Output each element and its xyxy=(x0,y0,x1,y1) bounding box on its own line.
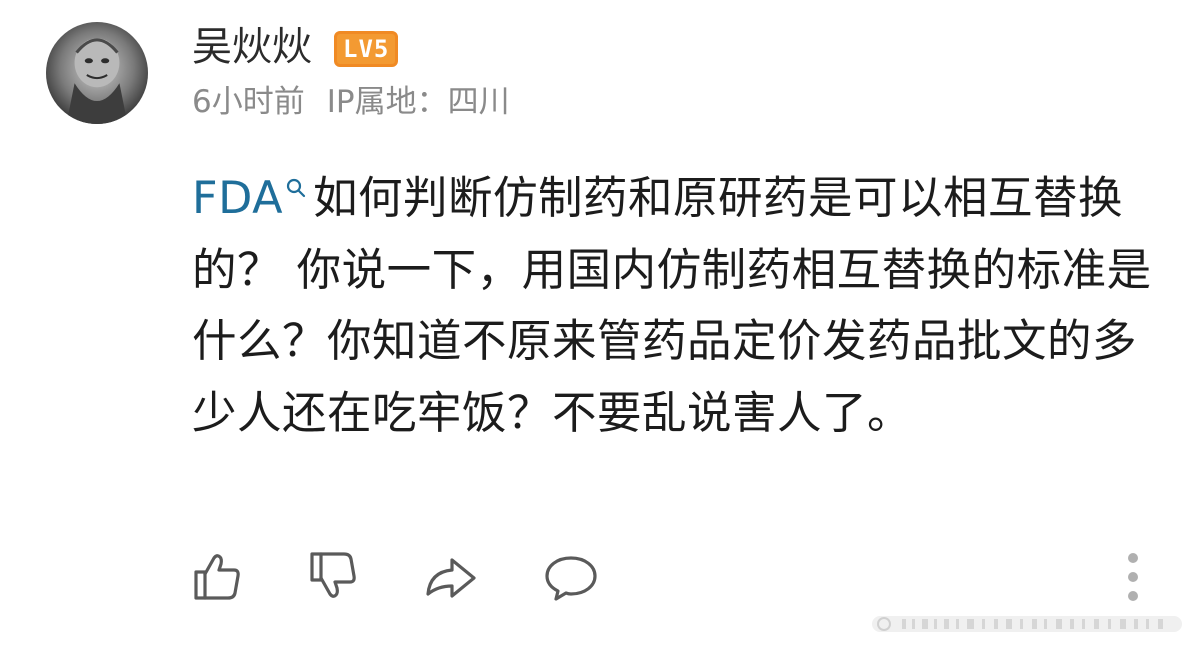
ip-location: IP属地：四川 xyxy=(326,84,510,120)
topic-link[interactable]: FDA xyxy=(192,173,313,224)
search-icon xyxy=(286,178,306,198)
ellipsis-dot xyxy=(1128,572,1138,582)
post-text: 如何判断仿制药和原研药是可以相互替换的？ 你说一下，用国内仿制药相互替换的标准是… xyxy=(192,173,1152,439)
thumbs-up-icon xyxy=(194,554,240,600)
vertical-ellipsis-icon xyxy=(1128,553,1138,563)
thumbs-down-icon xyxy=(310,552,356,598)
watermark xyxy=(872,608,1182,638)
post-time: 6小时前 xyxy=(192,84,305,120)
share-arrow-icon xyxy=(426,558,476,598)
post-meta: 6小时前 IP属地：四川 xyxy=(192,80,510,124)
post-body: FDA 如何判断仿制药和原研药是可以相互替换的？ 你说一下，用国内仿制药相互替换的… xyxy=(192,163,1167,449)
avatar-image xyxy=(46,22,148,124)
level-badge: LV5 xyxy=(334,31,399,67)
ellipsis-dot xyxy=(1128,591,1138,601)
more-options-button[interactable] xyxy=(1118,548,1148,604)
watermark-graphic xyxy=(872,616,1182,632)
action-bar xyxy=(0,540,1200,610)
share-button[interactable] xyxy=(420,546,480,606)
avatar[interactable] xyxy=(46,22,148,124)
comment-button[interactable] xyxy=(541,546,601,606)
dislike-button[interactable] xyxy=(302,546,362,606)
topic-text: FDA xyxy=(192,173,284,224)
like-button[interactable] xyxy=(188,546,248,606)
username[interactable]: 吴炏炏 xyxy=(192,22,312,72)
speech-bubble-icon xyxy=(545,556,597,601)
